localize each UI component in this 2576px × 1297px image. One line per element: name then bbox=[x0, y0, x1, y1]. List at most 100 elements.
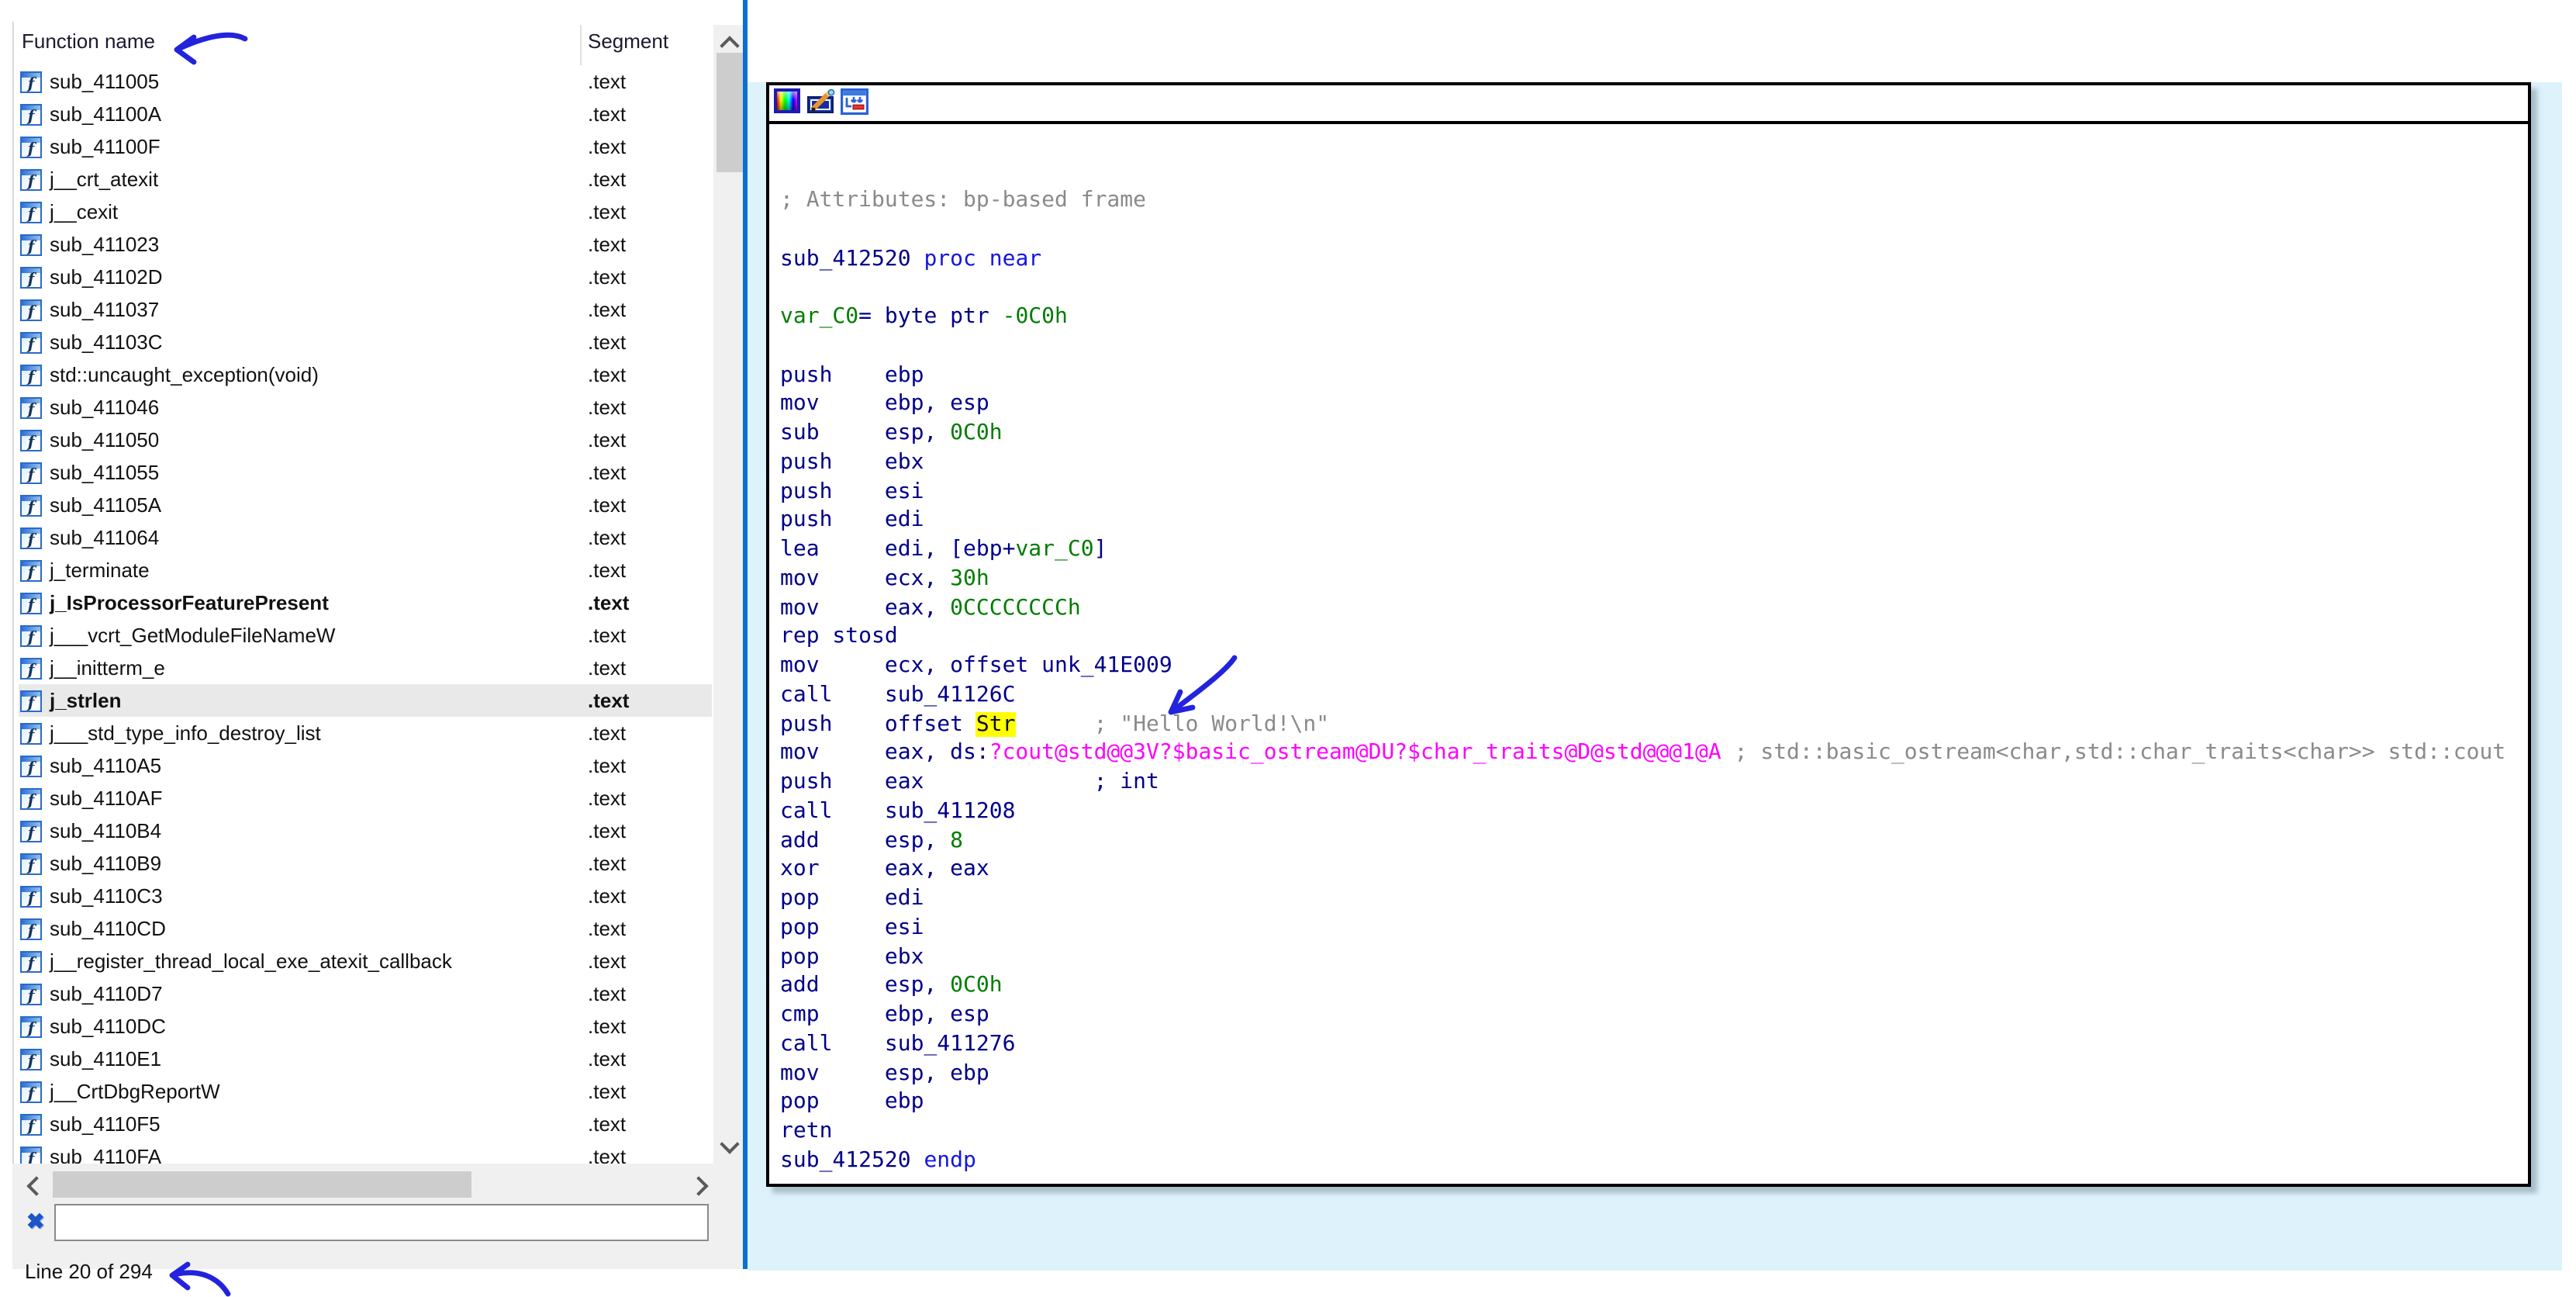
asm-line[interactable]: mov eax, 0CCCCCCCCh bbox=[780, 593, 2528, 623]
function-row[interactable]: fsub_41103C.text bbox=[19, 326, 712, 358]
function-name[interactable]: sub_41105A bbox=[50, 493, 161, 517]
function-name[interactable]: sub_4110CD bbox=[50, 917, 166, 940]
asm-line[interactable]: mov ecx, 30h bbox=[780, 565, 2528, 594]
horizontal-scrollbar[interactable] bbox=[19, 1168, 715, 1201]
asm-line[interactable]: pop ebp bbox=[780, 1088, 2528, 1118]
asm-line[interactable]: add esp, 8 bbox=[780, 826, 2528, 856]
function-name[interactable]: sub_4110C3 bbox=[50, 884, 163, 908]
asm-line[interactable]: add esp, 0C0h bbox=[780, 972, 2528, 1001]
function-row[interactable]: fj_IsProcessorFeaturePresent.text bbox=[19, 586, 712, 619]
function-name[interactable]: j___std_type_info_destroy_list bbox=[50, 721, 321, 745]
asm-line[interactable]: push edi bbox=[780, 507, 2528, 536]
function-name[interactable]: sub_41100A bbox=[50, 102, 161, 126]
function-name[interactable]: sub_411037 bbox=[50, 298, 159, 321]
function-name[interactable]: sub_41103C bbox=[50, 330, 163, 354]
edit-colors-icon[interactable] bbox=[806, 88, 836, 123]
function-row[interactable]: fsub_41100F.text bbox=[19, 130, 712, 163]
function-row[interactable]: fsub_411037.text bbox=[19, 293, 712, 326]
function-row[interactable]: fj__CrtDbgReportW.text bbox=[19, 1075, 712, 1108]
function-row[interactable]: fsub_41100A.text bbox=[19, 98, 712, 130]
asm-line[interactable]: mov ecx, offset unk_41E009 bbox=[780, 652, 2528, 681]
function-row[interactable]: fsub_4110F5.text bbox=[19, 1108, 712, 1140]
asm-line[interactable]: call sub_411276 bbox=[780, 1030, 2528, 1060]
palette-icon[interactable] bbox=[774, 88, 800, 113]
function-name[interactable]: sub_4110DC bbox=[50, 1015, 166, 1038]
function-row[interactable]: fsub_41105A.text bbox=[19, 489, 712, 521]
asm-line[interactable]: lea edi, [ebp+var_C0] bbox=[780, 535, 2528, 565]
asm-line[interactable]: xor eax, eax bbox=[780, 856, 2528, 885]
function-row[interactable]: fsub_4110D7.text bbox=[19, 977, 712, 1010]
function-name[interactable]: j__cexit bbox=[50, 200, 118, 223]
function-row[interactable]: fsub_411046.text bbox=[19, 391, 712, 424]
asm-line[interactable] bbox=[780, 274, 2528, 303]
function-row[interactable]: fsub_411005.text bbox=[19, 65, 712, 98]
horizontal-scrollbar-thumb[interactable] bbox=[53, 1171, 471, 1198]
function-row[interactable]: fsub_4110CD.text bbox=[19, 912, 712, 945]
function-row[interactable]: fsub_4110FA.text bbox=[19, 1140, 712, 1167]
function-row[interactable]: fsub_411023.text bbox=[19, 228, 712, 261]
function-name[interactable]: sub_411050 bbox=[50, 428, 159, 451]
function-name[interactable]: j__crt_atexit bbox=[50, 168, 158, 191]
asm-line[interactable]: retn bbox=[780, 1117, 2528, 1147]
function-name[interactable]: sub_4110B4 bbox=[50, 819, 161, 842]
function-row[interactable]: fj__cexit.text bbox=[19, 195, 712, 228]
asm-line[interactable]: var_C0= byte ptr -0C0h bbox=[780, 303, 2528, 332]
vertical-scrollbar[interactable] bbox=[713, 25, 746, 1167]
column-separator[interactable] bbox=[580, 25, 582, 65]
function-name[interactable]: sub_4110B9 bbox=[50, 852, 161, 875]
function-filter-input[interactable] bbox=[54, 1204, 709, 1241]
asm-line[interactable]: pop edi bbox=[780, 884, 2528, 914]
function-name[interactable]: j_terminate bbox=[50, 559, 150, 582]
asm-line[interactable]: mov esp, ebp bbox=[780, 1059, 2528, 1088]
function-name[interactable]: sub_41102D bbox=[50, 265, 163, 289]
function-row[interactable]: fj__register_thread_local_exe_atexit_cal… bbox=[19, 945, 712, 977]
graph-layout-icon[interactable] bbox=[841, 88, 868, 123]
function-row[interactable]: fsub_41102D.text bbox=[19, 261, 712, 293]
asm-line[interactable]: mov eax, ds:?cout@std@@3V?$basic_ostream… bbox=[780, 739, 2528, 769]
function-name[interactable]: sub_411023 bbox=[50, 233, 159, 256]
asm-line[interactable]: mov ebp, esp bbox=[780, 390, 2528, 420]
asm-line[interactable]: push ebp bbox=[780, 361, 2528, 390]
vertical-scrollbar-thumb[interactable] bbox=[717, 53, 743, 172]
function-row[interactable]: fsub_411050.text bbox=[19, 424, 712, 456]
asm-line[interactable]: cmp ebp, esp bbox=[780, 1001, 2528, 1030]
asm-line[interactable]: push ebx bbox=[780, 448, 2528, 478]
asm-line[interactable]: push esi bbox=[780, 477, 2528, 507]
asm-line[interactable]: sub esp, 0C0h bbox=[780, 419, 2528, 448]
column-header-function-name[interactable]: Function name bbox=[22, 29, 155, 53]
function-name[interactable]: j__register_thread_local_exe_atexit_call… bbox=[50, 949, 452, 973]
chevron-right-icon[interactable] bbox=[689, 1176, 708, 1195]
function-name[interactable]: sub_411064 bbox=[50, 526, 159, 549]
function-name[interactable]: sub_4110F5 bbox=[50, 1112, 161, 1136]
asm-line[interactable]: rep stosd bbox=[780, 623, 2528, 652]
function-row[interactable]: fsub_4110C3.text bbox=[19, 880, 712, 912]
function-row[interactable]: fj__crt_atexit.text bbox=[19, 163, 712, 195]
function-row[interactable]: fsub_4110B4.text bbox=[19, 815, 712, 847]
function-row[interactable]: fj__initterm_e.text bbox=[19, 652, 712, 684]
function-row[interactable]: fj_strlen.text bbox=[19, 684, 712, 717]
function-row[interactable]: fsub_4110AF.text bbox=[19, 782, 712, 815]
chevron-left-icon[interactable] bbox=[26, 1176, 46, 1195]
function-row[interactable]: fj___vcrt_GetModuleFileNameW.text bbox=[19, 619, 712, 652]
function-row[interactable]: fsub_4110B9.text bbox=[19, 847, 712, 880]
function-name[interactable]: j___vcrt_GetModuleFileNameW bbox=[50, 624, 335, 647]
asm-line[interactable]: sub_412520 endp bbox=[780, 1147, 2528, 1176]
asm-line[interactable]: ; Attributes: bp-based frame bbox=[780, 186, 2528, 216]
asm-line[interactable]: push eax ; int bbox=[780, 768, 2528, 797]
asm-line[interactable]: sub_412520 proc near bbox=[780, 244, 2528, 274]
function-row[interactable]: fstd::uncaught_exception(void).text bbox=[19, 358, 712, 391]
asm-line[interactable]: pop esi bbox=[780, 914, 2528, 943]
asm-line[interactable]: pop ebx bbox=[780, 942, 2528, 972]
function-row[interactable]: fsub_4110A5.text bbox=[19, 749, 712, 782]
function-name[interactable]: sub_41100F bbox=[50, 135, 161, 158]
asm-line[interactable] bbox=[780, 216, 2528, 245]
asm-line[interactable] bbox=[780, 332, 2528, 361]
function-name[interactable]: sub_411005 bbox=[50, 70, 159, 93]
function-row[interactable]: fj_terminate.text bbox=[19, 554, 712, 586]
function-name[interactable]: sub_411055 bbox=[50, 461, 159, 484]
function-name[interactable]: sub_4110D7 bbox=[50, 982, 163, 1005]
function-name[interactable]: j__initterm_e bbox=[50, 656, 165, 680]
column-header-segment[interactable]: Segment bbox=[588, 29, 668, 53]
function-name[interactable]: j__CrtDbgReportW bbox=[50, 1080, 220, 1103]
clear-filter-icon[interactable]: ✖ bbox=[26, 1209, 44, 1235]
